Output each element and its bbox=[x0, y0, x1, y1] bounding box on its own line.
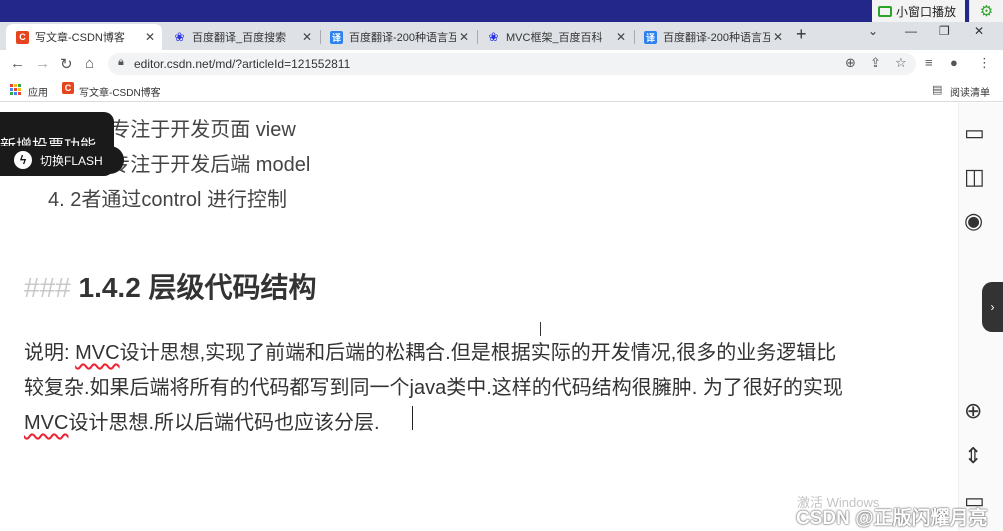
flash-bolt-icon: ϟ bbox=[14, 151, 32, 169]
close-icon[interactable]: ✕ bbox=[142, 30, 158, 44]
preview-eye-icon[interactable]: ◉ bbox=[964, 208, 983, 234]
list-item: 4. 2者通过control 进行控制 bbox=[48, 189, 287, 211]
tab-baidu-search[interactable]: ❀ 百度翻译_百度搜索 ✕ bbox=[163, 24, 319, 50]
bookmark-csdn[interactable]: 写文章-CSDN博客 bbox=[79, 84, 161, 99]
menu-kebab-icon[interactable]: ⋮ bbox=[978, 55, 991, 71]
star-icon[interactable]: ☆ bbox=[895, 55, 907, 71]
text-caret bbox=[412, 406, 413, 430]
reading-list-button[interactable]: 阅读清单 bbox=[950, 84, 990, 99]
top-strip bbox=[0, 0, 1003, 22]
layout-single-icon[interactable]: ▭ bbox=[964, 120, 985, 146]
restore-button[interactable]: ❐ bbox=[939, 24, 950, 38]
paragraph-line-3: MVC设计思想.所以后端代码也应该分层. bbox=[24, 412, 380, 434]
tab-baidu-translate-2[interactable]: 译 百度翻译-200种语言互译 ✕ bbox=[634, 24, 790, 50]
reload-icon[interactable]: ↻ bbox=[60, 55, 73, 73]
close-icon[interactable]: ✕ bbox=[770, 30, 786, 44]
close-icon[interactable]: ✕ bbox=[299, 30, 315, 44]
close-icon[interactable]: ✕ bbox=[456, 30, 472, 44]
baidu-favicon-icon: ❀ bbox=[174, 30, 185, 44]
share-icon[interactable]: ⇪ bbox=[870, 55, 881, 71]
minimize-button[interactable]: — bbox=[905, 24, 917, 38]
tab-baidu-translate-1[interactable]: 译 百度翻译-200种语言互译 ✕ bbox=[320, 24, 476, 50]
reading-list-bookmark-icon: ▤ bbox=[932, 84, 943, 96]
locate-target-icon[interactable]: ⊕ bbox=[964, 398, 982, 424]
csdn-bookmark-icon: C bbox=[62, 82, 74, 94]
tab-csdn-editor[interactable]: C 写文章-CSDN博客 ✕ bbox=[6, 24, 162, 50]
layout-split-icon[interactable]: ◫ bbox=[964, 164, 985, 190]
home-icon[interactable]: ⌂ bbox=[85, 55, 94, 72]
apps-grid-icon[interactable] bbox=[10, 84, 21, 95]
translate-favicon-icon: 译 bbox=[330, 30, 343, 44]
sync-scroll-icon[interactable]: ⇕ bbox=[964, 443, 982, 469]
tv-icon bbox=[878, 5, 892, 17]
back-icon[interactable]: ← bbox=[10, 55, 25, 72]
mini-window-play-button[interactable]: 小窗口播放 bbox=[872, 0, 965, 22]
tab-bar: C 写文章-CSDN博客 ✕ ❀ 百度翻译_百度搜索 ✕ 译 百度翻译-200种… bbox=[0, 22, 1003, 50]
mouse-ibeam-cursor bbox=[540, 322, 546, 336]
zoom-icon[interactable]: ⊕ bbox=[845, 55, 856, 71]
profile-avatar-icon[interactable]: ● bbox=[950, 55, 958, 70]
close-icon[interactable]: ✕ bbox=[613, 30, 629, 44]
csdn-author-watermark: CSDN @正版闪耀月亮 bbox=[796, 508, 988, 529]
url-text[interactable]: editor.csdn.net/md/?articleId=121552811 bbox=[134, 57, 350, 71]
apps-label[interactable]: 应用 bbox=[28, 84, 48, 99]
gear-icon[interactable]: ⚙ bbox=[969, 0, 1003, 22]
lock-icon[interactable]: 🔒︎ bbox=[118, 56, 124, 69]
translate-favicon-icon: 译 bbox=[644, 30, 657, 44]
close-window-button[interactable]: ✕ bbox=[974, 24, 984, 38]
paragraph-line-1: 说明: MVC设计思想,实现了前端和后端的松耦合.但是根据实际的开发情况,很多的… bbox=[24, 342, 837, 364]
csdn-favicon-icon: C bbox=[16, 30, 29, 44]
forward-icon[interactable]: → bbox=[35, 55, 50, 72]
tab-mvc-baike[interactable]: ❀ MVC框架_百度百科 ✕ bbox=[477, 24, 633, 50]
heading-1-4-2: ### 1.4.2 层级代码结构 bbox=[24, 272, 317, 303]
collapse-panel-button[interactable]: › bbox=[982, 282, 1003, 332]
tab-search-chevron-icon[interactable]: ⌄ bbox=[868, 24, 878, 38]
reading-list-icon[interactable]: ≡ bbox=[925, 55, 933, 70]
switch-flash-button[interactable]: ϟ 切换FLASH bbox=[0, 146, 124, 174]
baidu-favicon-icon: ❀ bbox=[488, 30, 499, 44]
paragraph-line-2: 较复杂.如果后端将所有的代码都写到同一个java类中.这样的代码结构很臃肿. 为… bbox=[24, 377, 843, 399]
new-tab-button[interactable]: + bbox=[796, 24, 807, 45]
